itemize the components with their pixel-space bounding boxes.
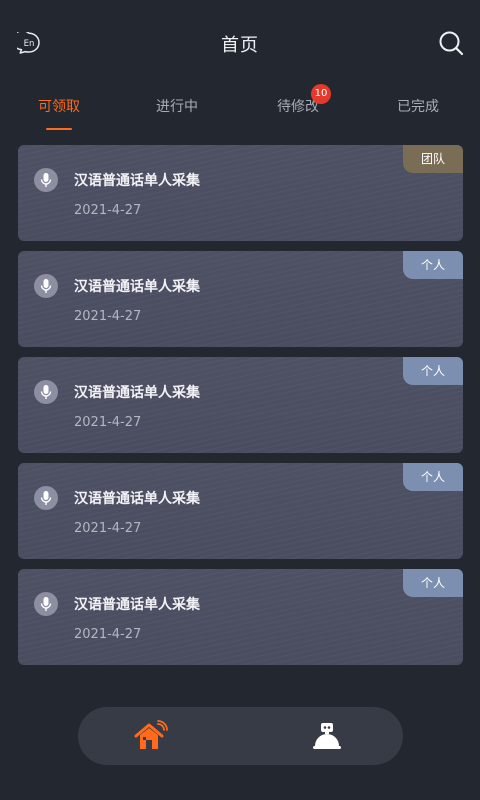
task-card[interactable]: 汉语普通话单人采集 2021-4-27 个人: [18, 357, 463, 453]
to-revise-count-badge: 10: [311, 84, 331, 104]
task-title: 汉语普通话单人采集: [74, 173, 200, 189]
task-date: 2021-4-27: [74, 415, 142, 430]
tab-completed[interactable]: 已完成: [368, 96, 468, 116]
task-title: 汉语普通话单人采集: [74, 597, 200, 613]
task-date: 2021-4-27: [74, 203, 142, 218]
active-tab-indicator: [46, 128, 72, 130]
task-card[interactable]: 汉语普通话单人采集 2021-4-27 团队: [18, 145, 463, 241]
microphone-icon: [34, 486, 58, 510]
nav-home-button[interactable]: [134, 720, 168, 752]
home-icon: [134, 720, 168, 749]
task-type-tag: 个人: [403, 569, 463, 597]
tab-available[interactable]: 可领取: [9, 96, 109, 116]
header: En 首页: [0, 0, 480, 86]
robot-icon: [313, 723, 341, 749]
microphone-icon: [34, 168, 58, 192]
task-card[interactable]: 汉语普通话单人采集 2021-4-27 个人: [18, 463, 463, 559]
task-type-tag: 个人: [403, 463, 463, 491]
task-list: 汉语普通话单人采集 2021-4-27 团队 汉语普通话单人采集 2021-4-…: [18, 145, 463, 675]
search-button[interactable]: [438, 30, 464, 56]
page-title: 首页: [221, 35, 259, 56]
task-date: 2021-4-27: [74, 521, 142, 536]
microphone-icon: [34, 274, 58, 298]
microphone-icon: [34, 380, 58, 404]
nav-robot-button[interactable]: [311, 720, 343, 752]
tab-to-revise[interactable]: 待修改: [248, 96, 348, 116]
task-type-tag: 团队: [403, 145, 463, 173]
task-type-tag: 个人: [403, 357, 463, 385]
task-date: 2021-4-27: [74, 627, 142, 642]
bottom-nav: [78, 707, 403, 765]
search-icon: [439, 31, 464, 56]
task-title: 汉语普通话单人采集: [74, 279, 200, 295]
microphone-icon: [34, 592, 58, 616]
task-type-tag: 个人: [403, 251, 463, 279]
task-card[interactable]: 汉语普通话单人采集 2021-4-27 个人: [18, 251, 463, 347]
task-title: 汉语普通话单人采集: [74, 385, 200, 401]
task-card[interactable]: 汉语普通话单人采集 2021-4-27 个人: [18, 569, 463, 665]
tab-bar: 可领取 进行中 待修改 10 已完成: [0, 84, 480, 132]
task-date: 2021-4-27: [74, 309, 142, 324]
task-title: 汉语普通话单人采集: [74, 491, 200, 507]
tab-in-progress[interactable]: 进行中: [127, 96, 227, 116]
